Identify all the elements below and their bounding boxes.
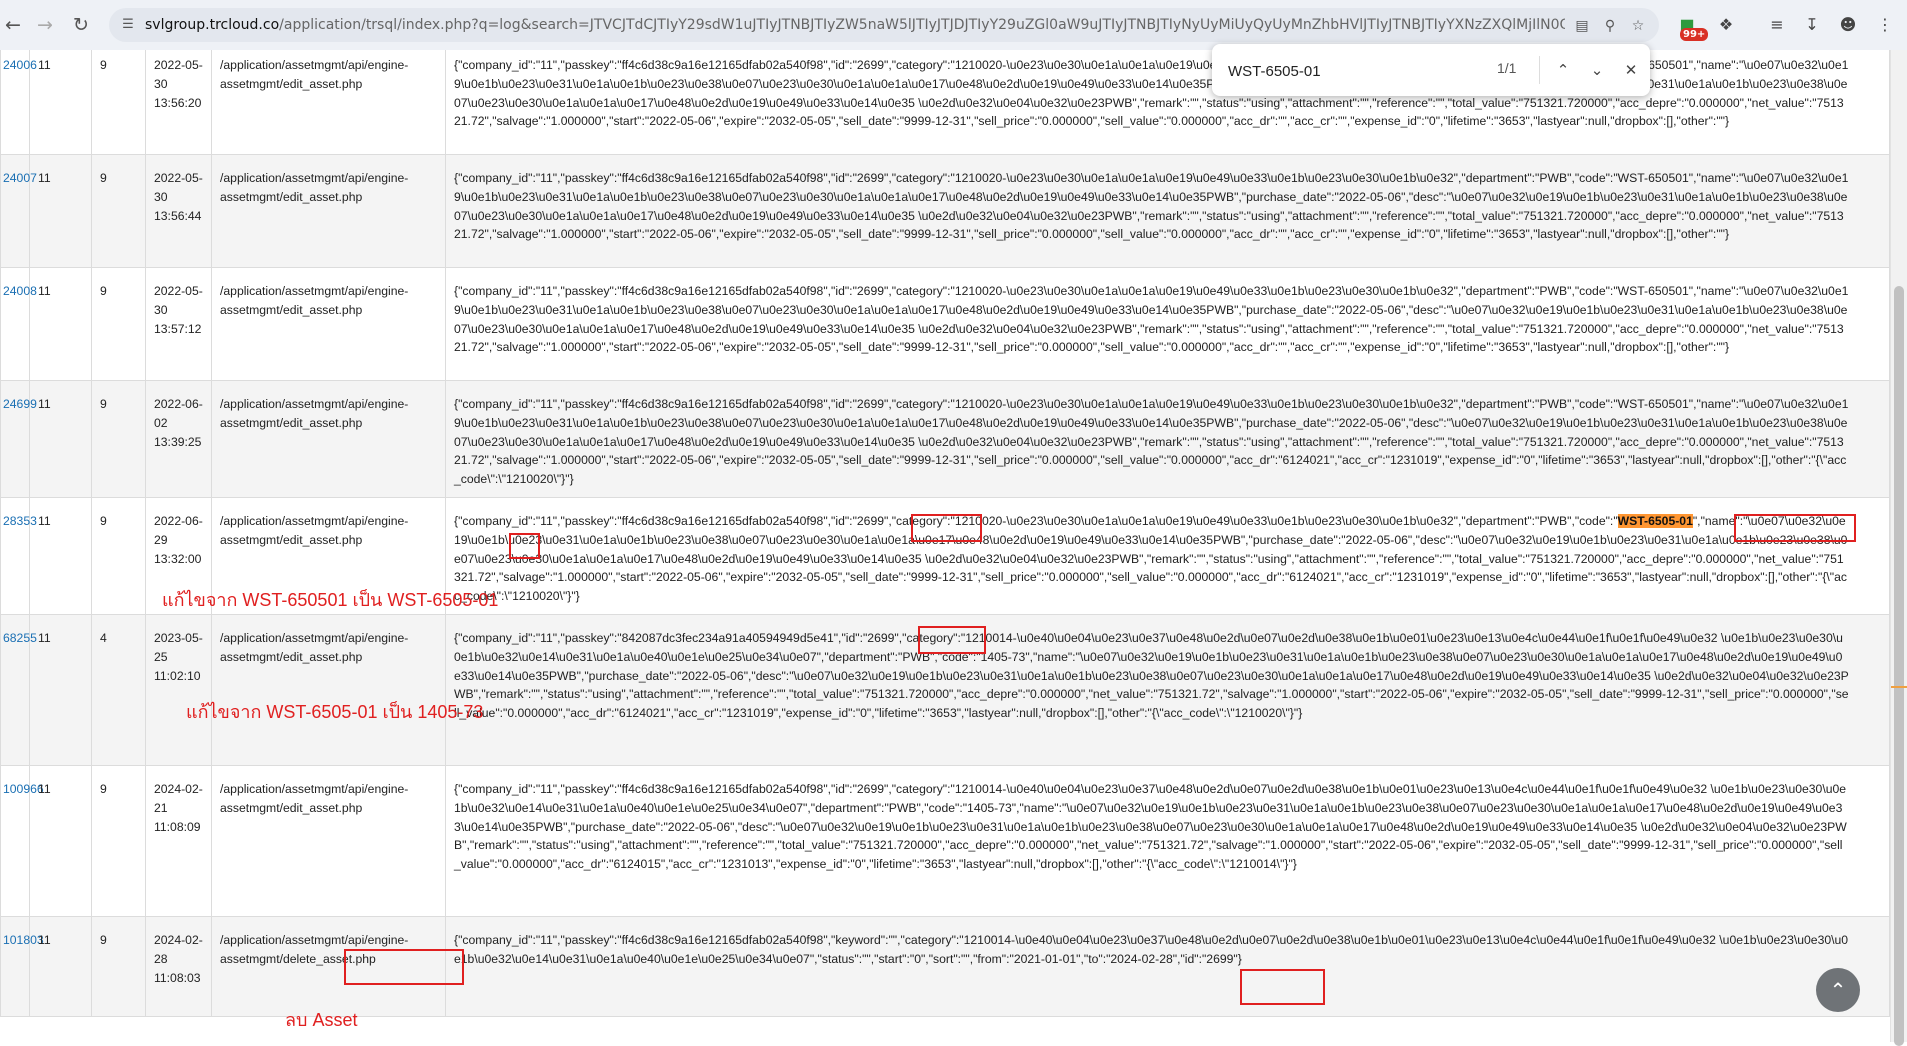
user-cell: 11	[29, 496, 92, 615]
find-next-icon[interactable]: ⌄	[1584, 57, 1610, 83]
zoom-icon[interactable]: ⚲	[1599, 15, 1621, 37]
data-cell: {"company_id":"11","passkey":"ff4c6d38c9…	[445, 496, 1890, 615]
path-cell: /application/assetmgmt/api/engine-assetm…	[211, 613, 446, 766]
annotation-note: แก้ไขจาก WST-6505-01 เป็น 1405-73	[186, 702, 484, 722]
data-cell: {"company_id":"11","passkey":"ff4c6d38c9…	[445, 380, 1890, 498]
annotation-note: ลบ Asset	[285, 1010, 358, 1030]
profile-avatar[interactable]: ☻	[1833, 10, 1863, 40]
data-cell: {"company_id":"11","passkey":"ff4c6d38c9…	[445, 764, 1890, 917]
table-row: 24699 11 9 2022-06-02 13:39:25 /applicat…	[0, 380, 1890, 498]
data-cell: {"company_id":"11","passkey":"ff4c6d38c9…	[445, 50, 1890, 155]
date-cell: 2022-05-30 13:57:12	[145, 267, 212, 381]
data-cell: {"company_id":"11","passkey":"ff4c6d38c9…	[445, 154, 1890, 268]
path-cell: /application/assetmgmt/api/engine-assetm…	[211, 764, 446, 917]
log-id-link[interactable]: 28353	[3, 514, 37, 528]
site-settings-icon[interactable]: ☰	[119, 16, 137, 34]
path-cell: /application/assetmgmt/api/engine-assetm…	[211, 380, 446, 498]
url-text[interactable]: svlgroup.trcloud.co/application/trsql/in…	[145, 16, 1565, 34]
log-id-link[interactable]: 24006	[3, 58, 37, 72]
scrollbar-thumb[interactable]	[1894, 286, 1904, 1046]
vertical-scrollbar[interactable]	[1890, 50, 1907, 1046]
address-bar[interactable]: ☰ svlgroup.trcloud.co/application/trsql/…	[109, 8, 1659, 42]
translate-icon[interactable]: ▤	[1571, 15, 1593, 37]
path-cell: /application/assetmgmt/api/engine-assetm…	[211, 50, 446, 155]
bookmark-star-icon[interactable]: ☆	[1627, 15, 1649, 37]
extensions-puzzle-icon[interactable]: ❖	[1711, 10, 1741, 40]
date-cell: 2022-05-30 13:56:44	[145, 154, 212, 268]
log-id-link[interactable]: 24008	[3, 284, 37, 298]
annotation-box-delete-path	[344, 949, 464, 985]
log-id-link[interactable]: 24007	[3, 171, 37, 185]
back-icon[interactable]: ←	[0, 12, 26, 38]
date-cell: 2022-06-02 13:39:25	[145, 380, 212, 498]
path-cell: /application/assetmgmt/api/engine-assetm…	[211, 267, 446, 381]
annotation-box-id	[1240, 969, 1325, 1005]
find-separator	[1539, 56, 1540, 84]
annotation-box-code-end	[509, 533, 540, 559]
user-cell: 11	[29, 267, 92, 381]
date-cell: 2022-05-30 13:56:20	[145, 50, 212, 155]
date-cell: 2024-02-28 11:08:03	[145, 915, 212, 1017]
user-cell: 11	[29, 613, 92, 766]
date-cell: 2024-02-21 11:08:09	[145, 764, 212, 917]
data-cell: {"company_id":"11","passkey":"ff4c6d38c9…	[445, 915, 1890, 1017]
path-cell: /application/assetmgmt/api/engine-assetm…	[211, 154, 446, 268]
find-match-marker	[1891, 686, 1907, 688]
user-cell: 11	[29, 50, 92, 155]
user-cell: 11	[29, 915, 92, 1017]
data-text-before: {"company_id":"11","passkey":"ff4c6d38c9…	[454, 513, 1618, 528]
annotation-box-id	[918, 626, 986, 654]
find-previous-icon[interactable]: ⌃	[1550, 57, 1576, 83]
user-cell: 11	[29, 154, 92, 268]
forward-icon[interactable]: →	[32, 12, 58, 38]
table-row: 24007 11 9 2022-05-30 13:56:44 /applicat…	[0, 154, 1890, 268]
extension-icon[interactable]: ■ 99+	[1672, 10, 1709, 41]
company-cell: 9	[91, 764, 146, 917]
table-row: 100966 11 9 2024-02-21 11:08:09 /applica…	[0, 764, 1890, 917]
reload-icon[interactable]: ↻	[68, 12, 94, 38]
company-cell: 4	[91, 613, 146, 766]
notification-badge: 99+	[1680, 28, 1709, 41]
menu-kebab-icon[interactable]: ⋮	[1870, 10, 1900, 40]
tab-search-icon[interactable]: ≡	[1762, 10, 1792, 40]
download-icon[interactable]: ↧	[1797, 10, 1827, 40]
date-cell: 2023-05-25 11:02:10	[145, 613, 212, 766]
annotation-box-id	[911, 514, 982, 542]
find-in-page-bar: 1/1 ⌃ ⌄ ✕	[1212, 44, 1650, 96]
find-close-icon[interactable]: ✕	[1618, 57, 1644, 83]
company-cell: 9	[91, 267, 146, 381]
company-cell: 9	[91, 154, 146, 268]
data-cell: {"company_id":"11","passkey":"ff4c6d38c9…	[445, 267, 1890, 381]
chevron-up-icon: ⌃	[1829, 978, 1847, 1002]
log-id-link[interactable]: 24699	[3, 397, 37, 411]
company-cell: 9	[91, 915, 146, 1017]
data-cell: {"company_id":"11","passkey":"842087dc3f…	[445, 613, 1890, 766]
company-cell: 9	[91, 50, 146, 155]
table-row: 101803 11 9 2024-02-28 11:08:03 /applica…	[0, 915, 1890, 1017]
annotation-note: แก้ไขจาก WST-650501 เป็น WST-6505-01	[162, 590, 499, 610]
log-table-container[interactable]: 24006 11 9 2022-05-30 13:56:20 /applicat…	[0, 50, 1890, 1042]
find-match-count: 1/1	[1497, 60, 1517, 76]
annotation-box-code	[1734, 514, 1856, 542]
scroll-to-top-button[interactable]: ⌃	[1816, 968, 1860, 1012]
find-match-highlight: WST-6505-01	[1617, 513, 1693, 528]
user-cell: 11	[29, 764, 92, 917]
table-row: 24008 11 9 2022-05-30 13:57:12 /applicat…	[0, 267, 1890, 381]
user-cell: 11	[29, 380, 92, 498]
company-cell: 9	[91, 380, 146, 498]
company-cell: 9	[91, 496, 146, 615]
find-input[interactable]	[1226, 56, 1480, 86]
log-id-link[interactable]: 68255	[3, 631, 37, 645]
